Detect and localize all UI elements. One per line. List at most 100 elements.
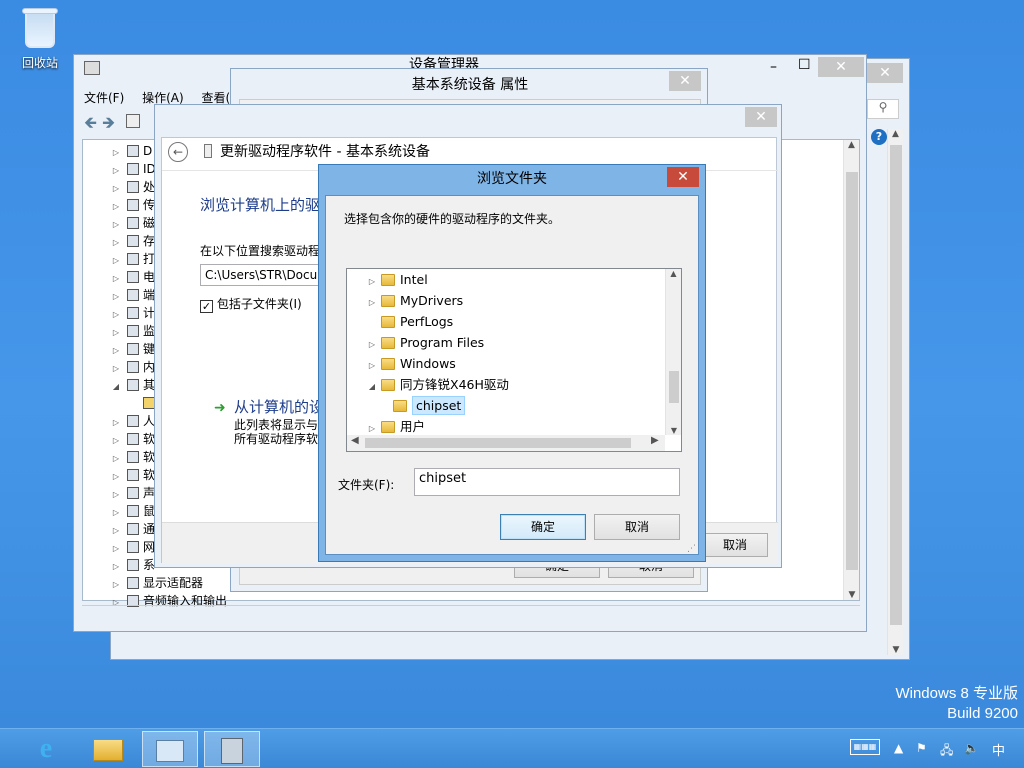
device-category-icon (127, 253, 139, 265)
folder-tree-item[interactable]: ▷ 用户 (367, 416, 667, 437)
folder-tree-item[interactable]: ▷ Intel (367, 269, 667, 290)
update-driver-close-icon[interactable]: ✕ (745, 107, 777, 127)
folder-tree-rows: ▷ Intel ▷ MyDrivers PerfLogs ▷ Program Files ▷ W… (367, 269, 667, 437)
expand-arrow-icon[interactable]: ▷ (367, 334, 377, 355)
update-driver-heading: 浏览计算机上的驱 (200, 196, 321, 214)
folder-scroll-right-icon[interactable]: ▶ (651, 435, 659, 446)
show-hidden-icons-icon[interactable]: ▲ (894, 741, 903, 755)
wizard-back-icon[interactable]: ← (168, 142, 188, 162)
properties-title: 基本系统设备 属性 (411, 77, 529, 93)
folder-tree[interactable]: ▷ Intel ▷ MyDrivers PerfLogs ▷ Program Files ▷ W… (346, 268, 682, 452)
folder-icon (381, 358, 395, 370)
folder-vscroll-thumb[interactable] (669, 371, 679, 403)
file-explorer-button[interactable] (80, 731, 136, 767)
expand-arrow-icon[interactable]: ▷ (367, 271, 377, 292)
device-category-icon (127, 487, 139, 499)
green-arrow-icon: ➜ (214, 400, 226, 416)
folder-tree-hscroll[interactable]: ◀ ▶ (347, 435, 665, 451)
folder-field-input[interactable]: chipset (414, 468, 680, 496)
update-driver-title: 更新驱动程序软件 - 基本系统设备 (220, 144, 430, 160)
search-location-label: 在以下位置搜索驱动程 (200, 244, 321, 258)
internet-explorer-button[interactable]: e (18, 731, 74, 767)
device-manager-task-button[interactable] (204, 731, 260, 767)
device-category-icon (127, 577, 139, 589)
folder-tree-label: 用户 (400, 419, 426, 434)
folder-scroll-left-icon[interactable]: ◀ (351, 435, 359, 446)
watermark-build: Build 9200 (947, 705, 1018, 722)
volume-icon[interactable]: 🔈 (964, 741, 979, 755)
menu-view[interactable]: 查看( (202, 91, 231, 105)
minimize-icon[interactable]: – (770, 59, 777, 75)
browse-folder-dialog: 浏览文件夹 ✕ 选择包含你的硬件的驱动程序的文件夹。 ▷ Intel ▷ MyDriv… (318, 164, 706, 562)
pick-description-line1: 此列表将显示与 (234, 418, 319, 432)
taskbar: e ▦▦▦ ▲ ⚑ 🖧 🔈 中 (0, 728, 1024, 768)
device-category-icon (127, 199, 139, 211)
folder-tree-item[interactable]: PerfLogs (367, 311, 667, 332)
status-bar (82, 605, 860, 625)
background-scrollbar[interactable]: ▲ ▼ (887, 129, 903, 655)
browse-close-icon[interactable]: ✕ (667, 167, 699, 187)
recycle-bin-body-icon (25, 14, 55, 48)
device-category-icon (127, 271, 139, 283)
device-manager-close-icon[interactable]: ✕ (818, 57, 864, 77)
menu-action[interactable]: 操作(A) (142, 91, 184, 105)
expand-arrow-icon[interactable]: ▷ (367, 292, 377, 313)
watermark-edition: Windows 8 专业版 (895, 685, 1018, 702)
search-icon[interactable]: ⚲ (867, 99, 899, 119)
folder-hscroll-thumb[interactable] (365, 438, 631, 448)
resize-grip-icon[interactable]: ⋰ (687, 544, 696, 554)
tree-scroll-thumb[interactable] (846, 172, 858, 570)
folder-tree-item[interactable]: ◢ 同方锋锐X46H驱动 (367, 374, 667, 395)
folder-tree-label: PerfLogs (400, 314, 454, 329)
input-method-indicator[interactable]: 中 (992, 740, 1005, 759)
forward-arrow-icon[interactable]: 🡺 (102, 113, 115, 132)
wizard-cancel-button[interactable]: 取消 (702, 533, 768, 557)
device-category-icon (127, 451, 139, 463)
device-category-icon (127, 379, 139, 391)
windows-watermark: Windows 8 专业版 Build 9200 (895, 684, 1018, 724)
background-scroll-thumb[interactable] (890, 145, 902, 625)
properties-icon[interactable] (126, 114, 141, 128)
folder-icon (381, 421, 395, 433)
scroll-down-icon[interactable]: ▼ (888, 645, 904, 655)
device-category-icon (127, 235, 139, 247)
folder-icon (381, 274, 395, 286)
recycle-bin[interactable]: 回收站 (8, 8, 72, 71)
pick-from-list-link[interactable]: 从计算机的设 (234, 396, 324, 417)
folder-scroll-down-icon[interactable]: ▼ (666, 426, 682, 435)
device-tree-scrollbar[interactable]: ▲ ▼ (843, 140, 859, 600)
action-center-icon[interactable]: ⚑ (916, 741, 927, 755)
folder-scroll-up-icon[interactable]: ▲ (666, 269, 681, 278)
folder-tree-item[interactable]: ▷ Windows (367, 353, 667, 374)
folder-icon (393, 400, 407, 412)
network-icon[interactable]: 🖧 (940, 741, 953, 762)
tree-scroll-up-icon[interactable]: ▲ (844, 140, 859, 150)
folder-tree-vscroll[interactable]: ▲ ▼ (665, 269, 681, 435)
menu-file[interactable]: 文件(F) (84, 91, 124, 105)
back-arrow-icon[interactable]: 🡸 (84, 113, 97, 132)
folder-tree-item[interactable]: ▷ Program Files (367, 332, 667, 353)
device-category-icon (127, 343, 139, 355)
browse-instruction: 选择包含你的硬件的驱动程序的文件夹。 (344, 212, 561, 226)
browse-ok-button[interactable]: 确定 (500, 514, 586, 540)
folder-tree-item[interactable]: chipset (367, 395, 667, 416)
help-icon[interactable]: ? (871, 129, 887, 145)
background-window-close-icon[interactable]: ✕ (867, 63, 903, 83)
folder-tree-item[interactable]: ▷ MyDrivers (367, 290, 667, 311)
include-subfolders[interactable]: ✓ 包括子文件夹(I) (200, 296, 302, 313)
tree-scroll-down-icon[interactable]: ▼ (844, 590, 860, 600)
browse-cancel-button[interactable]: 取消 (594, 514, 680, 540)
folder-tree-label: MyDrivers (400, 293, 464, 308)
collapse-arrow-icon[interactable]: ◢ (367, 376, 377, 397)
scroll-up-icon[interactable]: ▲ (888, 129, 903, 139)
maximize-icon[interactable]: ☐ (798, 57, 811, 73)
expand-arrow-icon[interactable]: ▷ (367, 355, 377, 376)
device-category-icon (127, 325, 139, 337)
include-subfolders-checkbox[interactable]: ✓ (200, 300, 213, 313)
device-category-icon (127, 559, 139, 571)
control-panel-button[interactable] (142, 731, 198, 767)
folder-icon (381, 337, 395, 349)
touch-keyboard-icon[interactable]: ▦▦▦ (850, 739, 880, 755)
properties-close-icon[interactable]: ✕ (669, 71, 701, 91)
folder-tree-label: chipset (412, 396, 466, 415)
